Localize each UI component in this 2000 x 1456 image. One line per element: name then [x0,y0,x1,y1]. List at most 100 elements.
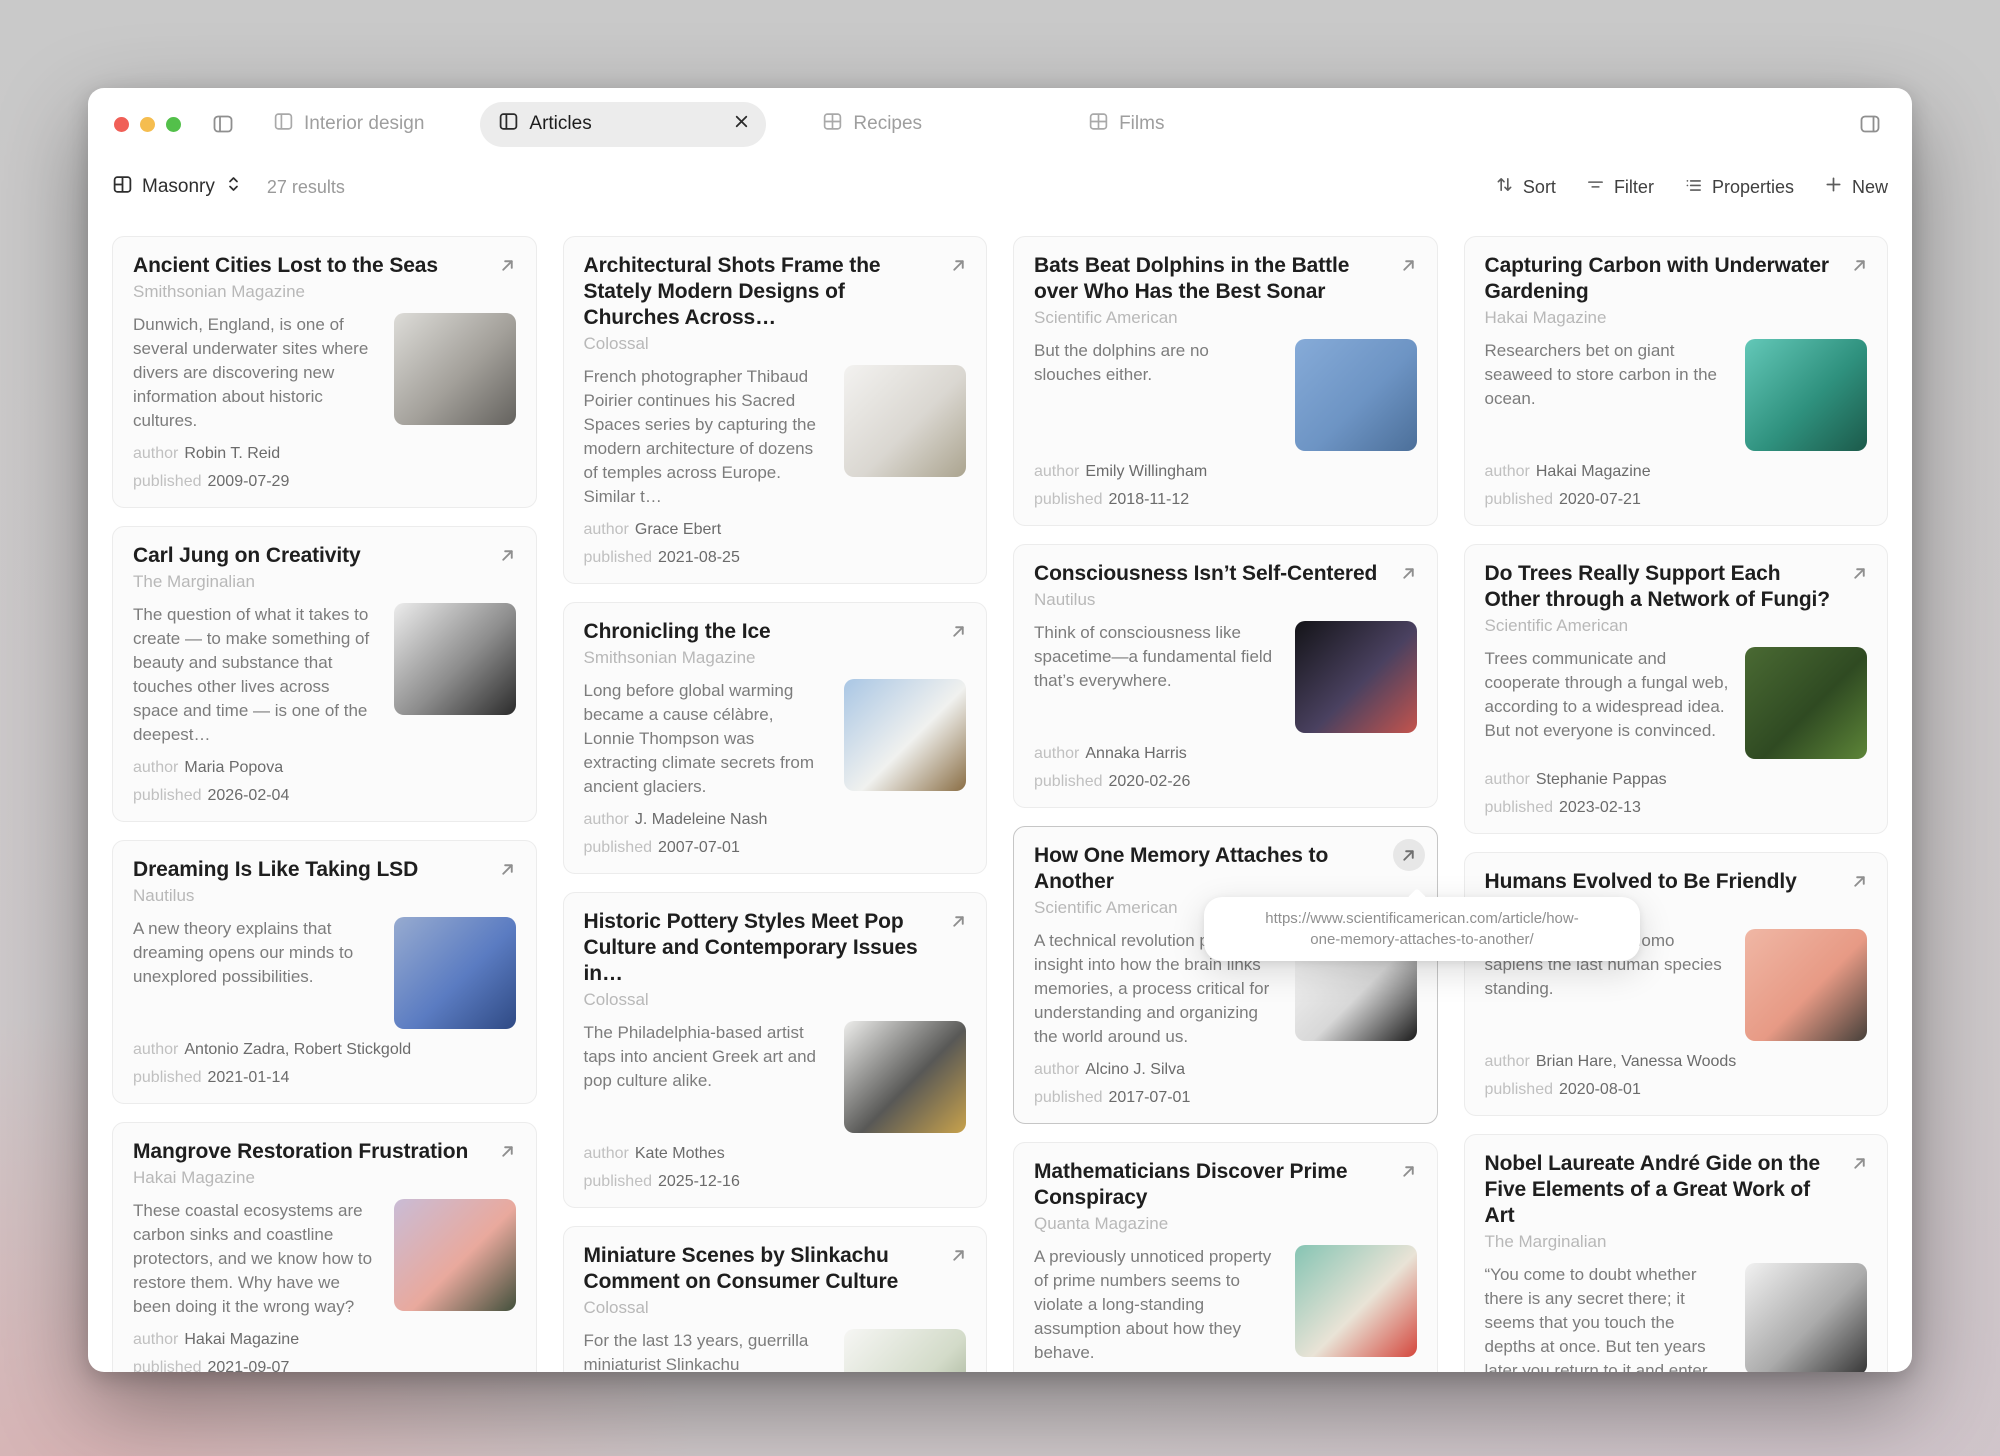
titlebar: Interior design Articles Recipes [88,88,1912,160]
card-description: Dunwich, England, is one of several unde… [133,313,378,433]
open-link-icon[interactable] [492,249,524,281]
tab-recipes[interactable]: Recipes [822,111,922,138]
card-source: Smithsonian Magazine [584,646,967,669]
card-source: Colossal [584,988,967,1011]
article-card-humans-friendly[interactable]: Humans Evolved to Be Friendly Scientific… [1464,852,1889,1116]
open-link-icon[interactable] [942,249,974,281]
article-card-bats-sonar[interactable]: Bats Beat Dolphins in the Battle over Wh… [1013,236,1438,526]
open-link-icon[interactable] [1843,249,1875,281]
board-icon [273,111,294,138]
open-link-icon[interactable] [492,1135,524,1167]
card-source: Nautilus [133,884,516,907]
card-description: A previously unnoticed property of prime… [1034,1245,1279,1365]
sort-arrows-icon [1495,175,1514,199]
card-thumbnail [844,1021,966,1133]
board-icon [498,111,519,138]
card-title: Bats Beat Dolphins in the Battle over Wh… [1034,253,1417,305]
open-link-icon[interactable] [1393,557,1425,589]
tab-strip: Interior design Articles Recipes [273,102,1854,147]
card-title: Mathematicians Discover Prime Conspiracy [1034,1159,1417,1211]
card-author-row: authorEmily Willingham [1034,461,1417,483]
article-card-trees-fungi[interactable]: Do Trees Really Support Each Other throu… [1464,544,1889,834]
card-published-row: published2020-07-21 [1485,489,1868,511]
card-thumbnail [394,917,516,1029]
card-thumbnail [394,313,516,425]
card-published-row: published2007-07-01 [584,837,967,859]
minimize-window-button[interactable] [140,117,155,132]
card-author-row: authorKate Mothes [584,1143,967,1165]
plus-icon [1824,175,1843,199]
card-author-row: authorBrian Hare, Vanessa Woods [1485,1051,1868,1073]
open-link-icon[interactable] [942,615,974,647]
article-card-dreaming-lsd[interactable]: Dreaming Is Like Taking LSD Nautilus A n… [112,840,537,1104]
card-published-row: published2021-09-07 [133,1357,516,1372]
card-source: Quanta Magazine [1034,1212,1417,1235]
sidebar-left-toggle-icon[interactable] [207,108,239,140]
open-link-icon[interactable] [1393,1155,1425,1187]
card-published-row: published2020-02-26 [1034,771,1417,793]
card-author-row: authorRobin T. Reid [133,443,516,465]
card-description: “You come to doubt whether there is any … [1485,1263,1730,1372]
open-link-icon[interactable] [1843,557,1875,589]
card-description: Think of consciousness like spacetime—a … [1034,621,1279,733]
card-description: French photographer Thibaud Poirier cont… [584,365,829,509]
card-published-row: published2018-11-12 [1034,489,1417,511]
article-card-carbon-gardening[interactable]: Capturing Carbon with Underwater Gardeni… [1464,236,1889,526]
sort-button[interactable]: Sort [1495,175,1556,199]
open-link-icon[interactable] [942,905,974,937]
close-tab-icon[interactable] [733,113,750,136]
properties-list-icon [1684,175,1703,199]
view-mode-select[interactable]: Masonry [112,174,241,201]
open-link-icon[interactable] [1843,865,1875,897]
article-card-andre-gide[interactable]: Nobel Laureate André Gide on the Five El… [1464,1134,1889,1372]
article-card-prime-conspiracy[interactable]: Mathematicians Discover Prime Conspiracy… [1013,1142,1438,1372]
card-author-row: authorAntonio Zadra, Robert Stickgold [133,1039,516,1061]
tab-label: Recipes [853,113,922,135]
properties-button[interactable]: Properties [1684,175,1794,199]
open-link-icon[interactable] [492,539,524,571]
open-link-icon[interactable] [1843,1147,1875,1179]
article-card-carl-jung[interactable]: Carl Jung on Creativity The Marginalian … [112,526,537,822]
card-title: Mangrove Restoration Frustration [133,1139,516,1165]
card-description: Long before global warming became a caus… [584,679,829,799]
card-title: Humans Evolved to Be Friendly [1485,869,1868,895]
card-description: Researchers bet on giant seaweed to stor… [1485,339,1730,451]
card-author-row: authorHakai Magazine [133,1329,516,1351]
card-published-row: published2017-07-01 [1034,1087,1417,1109]
article-card-slinkachu[interactable]: Miniature Scenes by Slinkachu Comment on… [563,1226,988,1372]
close-window-button[interactable] [114,117,129,132]
article-card-pottery[interactable]: Historic Pottery Styles Meet Pop Culture… [563,892,988,1208]
open-link-icon[interactable] [1393,839,1425,871]
article-card-chronicling-ice[interactable]: Chronicling the Ice Smithsonian Magazine… [563,602,988,874]
grid-icon [822,111,843,138]
tab-interior-design[interactable]: Interior design [273,111,424,138]
card-title: Carl Jung on Creativity [133,543,516,569]
card-published-row: published2021-08-25 [584,547,967,569]
article-card-ancient-cities[interactable]: Ancient Cities Lost to the Seas Smithson… [112,236,537,508]
link-preview-tooltip: https://www.scientificamerican.com/artic… [1204,897,1640,961]
card-source: The Marginalian [1485,1230,1868,1253]
card-description: The Philadelphia-based artist taps into … [584,1021,829,1133]
article-card-consciousness[interactable]: Consciousness Isn’t Self-Centered Nautil… [1013,544,1438,808]
zoom-window-button[interactable] [166,117,181,132]
grid-column-1: Ancient Cities Lost to the Seas Smithson… [112,236,537,1372]
card-title: Architectural Shots Frame the Stately Mo… [584,253,967,331]
open-link-icon[interactable] [1393,249,1425,281]
filter-lines-icon [1586,175,1605,199]
tab-films[interactable]: Films [1088,111,1164,138]
open-link-icon[interactable] [942,1239,974,1271]
card-thumbnail [1745,647,1867,759]
tab-articles[interactable]: Articles [480,102,766,147]
open-link-icon[interactable] [492,853,524,885]
filter-button[interactable]: Filter [1586,175,1654,199]
card-title: Capturing Carbon with Underwater Gardeni… [1485,253,1868,305]
sidebar-right-toggle-icon[interactable] [1854,108,1886,140]
article-card-churches[interactable]: Architectural Shots Frame the Stately Mo… [563,236,988,584]
card-title: Do Trees Really Support Each Other throu… [1485,561,1868,613]
article-card-memory[interactable]: How One Memory Attaches to Another Scien… [1013,826,1438,1124]
tab-label: Interior design [304,113,424,135]
new-button[interactable]: New [1824,175,1888,199]
article-card-mangrove[interactable]: Mangrove Restoration Frustration Hakai M… [112,1122,537,1372]
card-thumbnail [844,1329,966,1372]
card-source: Colossal [584,332,967,355]
